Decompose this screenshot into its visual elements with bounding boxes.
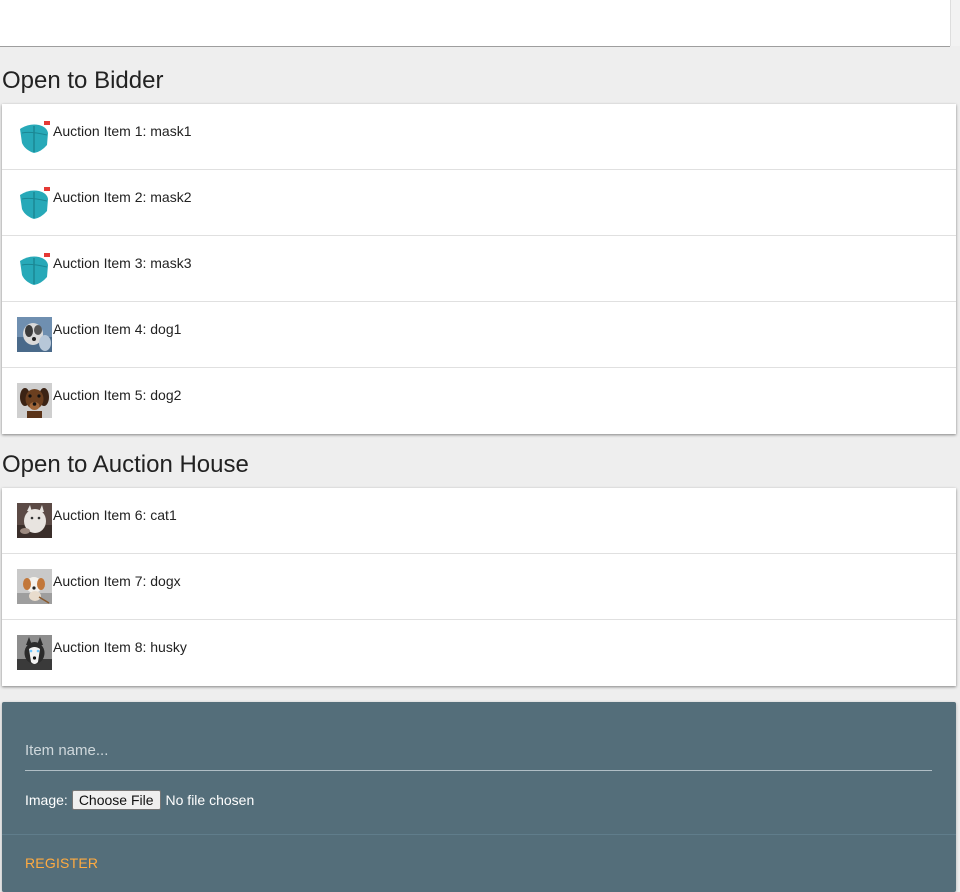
item-name-input[interactable] [25, 730, 932, 771]
auction-item-label: Auction Item 4: dog1 [53, 321, 182, 337]
list-item-auction-6[interactable]: Auction Item 6: cat1 [2, 488, 956, 554]
auction-item-label: Auction Item 5: dog2 [53, 387, 182, 403]
list-item-auction-8[interactable]: Auction Item 8: husky [2, 620, 956, 686]
scrollbar[interactable] [950, 0, 960, 46]
list-item-auction-1[interactable]: Auction Item 1: mask1 [2, 104, 956, 170]
image-upload-row: Image: Choose File No file chosen [25, 789, 254, 811]
section-title-auction-house: Open to Auction House [2, 451, 249, 478]
list-item-auction-4[interactable]: Auction Item 4: dog1 [2, 302, 956, 368]
husky-photo-icon [17, 635, 52, 670]
auction-item-label: Auction Item 3: mask3 [53, 255, 192, 271]
cat-photo-icon [17, 503, 52, 538]
file-status-text: No file chosen [165, 792, 255, 808]
list-item-auction-3[interactable]: Auction Item 3: mask3 [2, 236, 956, 302]
dog-photo-icon [17, 383, 52, 418]
register-item-form: Image: Choose File No file chosen REGIST… [2, 702, 956, 892]
register-button[interactable]: REGISTER [25, 855, 98, 871]
mask-image-icon [17, 185, 52, 220]
dog-photo-icon [17, 569, 52, 604]
dog-photo-icon [17, 317, 52, 352]
auction-item-label: Auction Item 8: husky [53, 639, 187, 655]
auction-item-label: Auction Item 7: dogx [53, 573, 181, 589]
form-divider [2, 834, 956, 835]
mask-image-icon [17, 119, 52, 154]
auction-item-label: Auction Item 1: mask1 [53, 123, 192, 139]
list-item-auction-7[interactable]: Auction Item 7: dogx [2, 554, 956, 620]
list-item-auction-5[interactable]: Auction Item 5: dog2 [2, 368, 956, 434]
bidder-list: Auction Item 1: mask1 Auction Item 2: ma… [2, 104, 956, 434]
auction-item-label: Auction Item 6: cat1 [53, 507, 177, 523]
auction-item-label: Auction Item 2: mask2 [53, 189, 192, 205]
choose-file-button[interactable]: Choose File [71, 790, 161, 810]
top-bar [0, 0, 950, 47]
image-label: Image: [25, 792, 68, 808]
mask-image-icon [17, 251, 52, 286]
auction-house-list: Auction Item 6: cat1 Auction Item 7: dog… [2, 488, 956, 686]
section-title-bidder: Open to Bidder [2, 67, 164, 94]
list-item-auction-2[interactable]: Auction Item 2: mask2 [2, 170, 956, 236]
